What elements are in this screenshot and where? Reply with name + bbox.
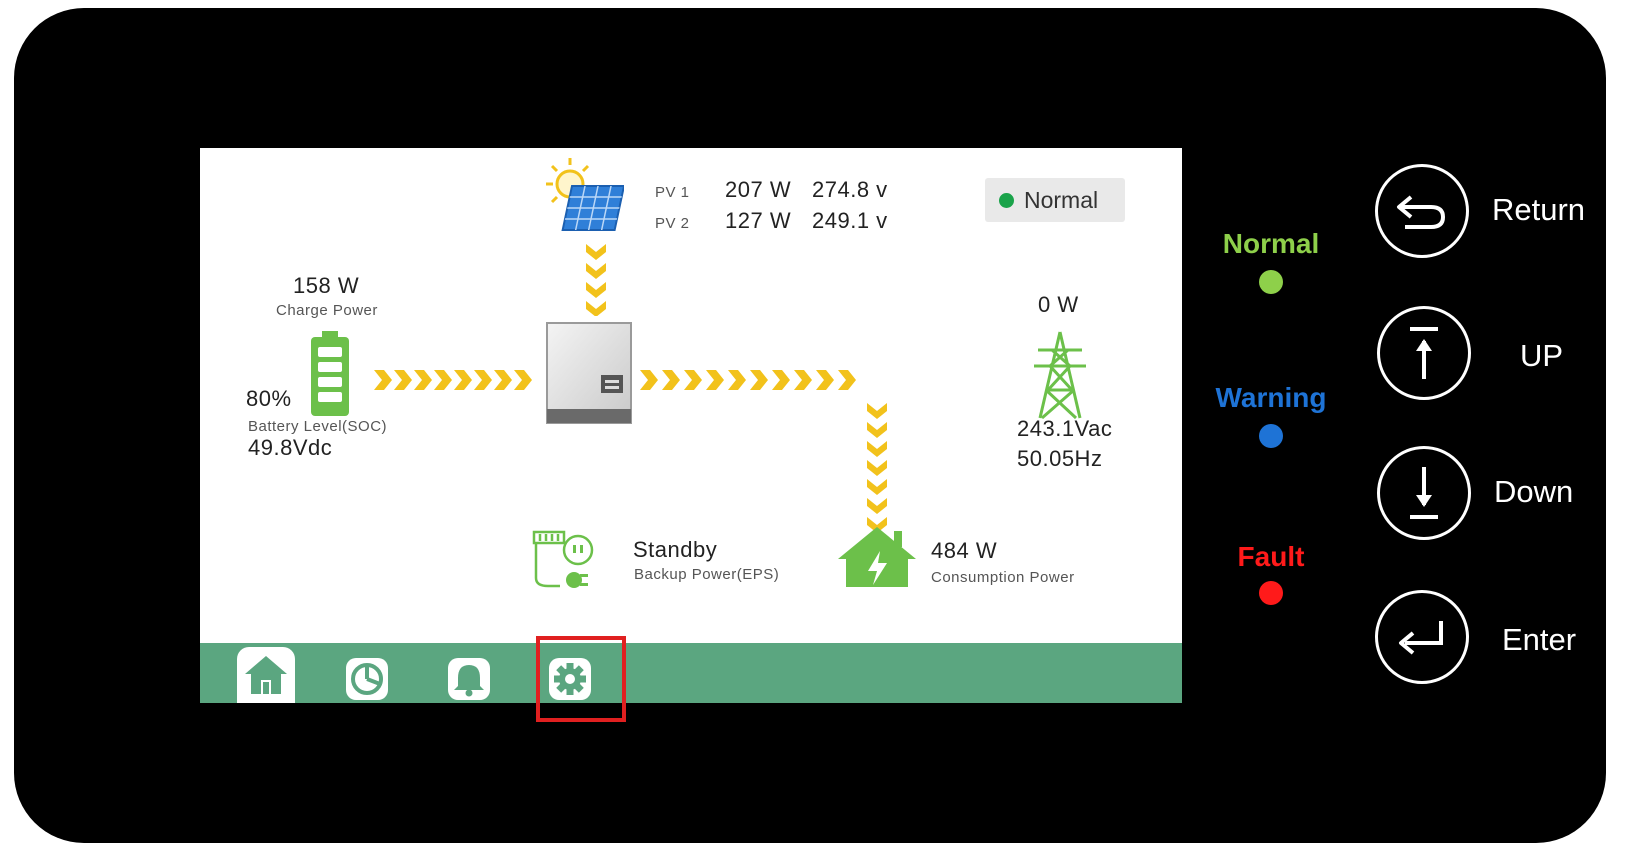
led-fault-label: Fault — [1237, 541, 1305, 572]
pv1-voltage: 274.8 v — [812, 177, 888, 202]
load-power-label: Consumption Power — [931, 569, 1075, 586]
load-flow-arrows-vertical — [867, 403, 887, 533]
led-warning-label: Warning — [1215, 382, 1327, 413]
load-flow-arrows-horizontal — [640, 370, 856, 390]
return-button[interactable] — [1375, 164, 1469, 258]
battery-soc-value: 80% — [246, 386, 292, 411]
return-arrow-icon — [1397, 195, 1446, 229]
house-icon — [838, 527, 916, 587]
home-icon — [245, 656, 287, 694]
enter-button[interactable] — [1375, 590, 1469, 684]
up-arrow-icon — [1410, 327, 1438, 379]
bell-icon — [448, 658, 490, 700]
grid-voltage: 243.1Vac — [1017, 416, 1113, 441]
battery-soc-label: Battery Level(SOC) — [248, 418, 388, 435]
pv-flow-arrows — [586, 244, 606, 316]
led-warning-indicator — [1259, 424, 1283, 448]
eps-status: Standby — [633, 537, 718, 562]
pv2-voltage: 249.1 v — [812, 208, 888, 233]
nav-alarms-button[interactable] — [440, 651, 498, 703]
eps-plug-icon — [532, 530, 594, 588]
load-power-value: 484 W — [931, 538, 998, 563]
enter-label: Enter — [1502, 622, 1577, 657]
nav-statistics-button[interactable] — [338, 651, 396, 703]
down-arrow-icon — [1410, 467, 1438, 519]
solar-panel-icon — [546, 158, 624, 231]
battery-voltage: 49.8Vdc — [248, 435, 333, 460]
led-normal-indicator — [1259, 270, 1283, 294]
lcd-screen: PV 1 207 W 274.8 v PV 2 127 W 249.1 v No… — [200, 148, 1182, 703]
down-label: Down — [1494, 474, 1574, 509]
return-label: Return — [1492, 192, 1586, 227]
up-button[interactable] — [1377, 306, 1471, 400]
enter-arrow-icon — [1399, 621, 1443, 655]
inverter-icon — [546, 322, 632, 424]
charge-power-value: 158 W — [293, 273, 360, 298]
up-label: UP — [1520, 338, 1564, 373]
nav-home-button[interactable] — [237, 647, 295, 703]
led-fault-indicator — [1259, 581, 1283, 605]
pv1-power: 207 W — [725, 177, 792, 202]
status-label: Normal — [1024, 186, 1099, 213]
pie-chart-icon — [346, 658, 388, 700]
bottom-nav — [200, 643, 1182, 703]
grid-power-value: 0 W — [1038, 292, 1079, 317]
pv2-power: 127 W — [725, 208, 792, 233]
status-dot-icon — [999, 192, 1014, 208]
eps-label: Backup Power(EPS) — [634, 566, 780, 583]
pv2-label: PV 2 — [655, 215, 690, 232]
grid-frequency: 50.05Hz — [1017, 446, 1103, 471]
down-button[interactable] — [1377, 446, 1471, 540]
power-tower-icon — [1034, 331, 1086, 420]
charge-power-label: Charge Power — [276, 302, 378, 319]
status-badge: Normal — [985, 178, 1125, 222]
pv1-label: PV 1 — [655, 184, 690, 201]
settings-highlight-box — [536, 636, 626, 722]
battery-flow-arrows — [374, 370, 532, 390]
battery-icon — [311, 331, 349, 416]
led-normal-label: Normal — [1222, 228, 1320, 259]
